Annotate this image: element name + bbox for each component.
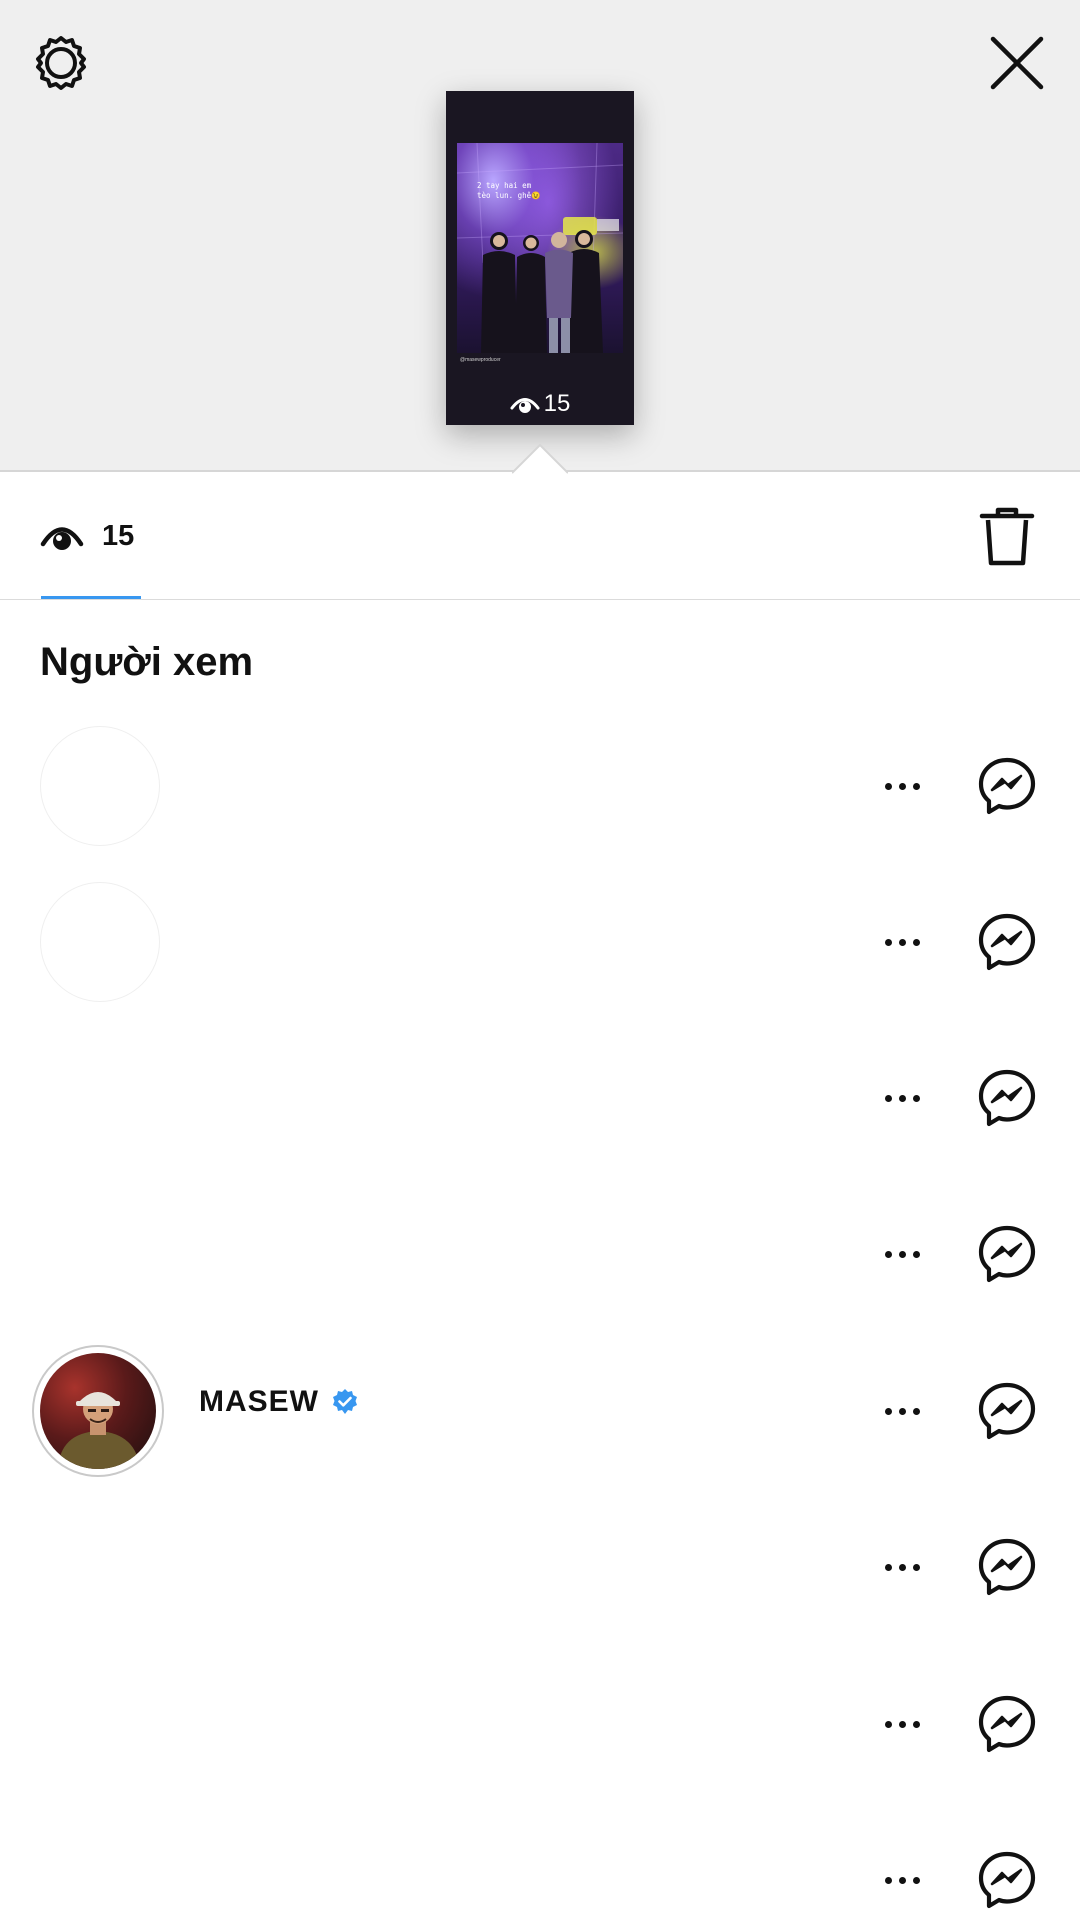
eye-icon xyxy=(40,527,84,550)
avatar-portrait xyxy=(58,1392,140,1469)
message-button[interactable] xyxy=(976,1693,1038,1755)
message-button[interactable] xyxy=(976,1223,1038,1285)
viewer-row[interactable] xyxy=(0,864,1080,1020)
story-caption-line-2: tèo lun. ghê😉 xyxy=(477,191,541,200)
more-options-button[interactable] xyxy=(874,1860,930,1900)
messenger-icon xyxy=(978,1225,1036,1283)
messenger-icon xyxy=(978,913,1036,971)
more-options-button[interactable] xyxy=(874,1078,930,1118)
story-view-count: 15 xyxy=(543,390,571,417)
story-people-silhouettes xyxy=(457,143,623,353)
viewers-section-title: Người xem xyxy=(40,640,254,684)
more-options-button[interactable] xyxy=(874,922,930,962)
close-icon xyxy=(990,36,1044,90)
viewer-username-wrap[interactable]: MASEW xyxy=(199,1385,359,1419)
avatar-placeholder xyxy=(40,882,160,1002)
messenger-icon xyxy=(978,1695,1036,1753)
viewer-username[interactable]: MASEW xyxy=(199,1385,319,1419)
message-button[interactable] xyxy=(976,1067,1038,1129)
message-button[interactable] xyxy=(976,1380,1038,1442)
story-preview-area: 2 tay hai em tèo lun. ghê😉 @masewproduce… xyxy=(0,0,1080,474)
story-viewers-screen: 2 tay hai em tèo lun. ghê😉 @masewproduce… xyxy=(0,0,1080,1920)
viewer-row-masew[interactable]: MASEW xyxy=(0,1333,1080,1489)
trash-icon xyxy=(979,507,1035,566)
messenger-icon xyxy=(978,1069,1036,1127)
story-handle: @masewproducer xyxy=(460,357,501,363)
more-options-button[interactable] xyxy=(874,1391,930,1431)
viewer-row[interactable] xyxy=(0,1489,1080,1645)
close-button[interactable] xyxy=(984,30,1050,96)
message-button[interactable] xyxy=(976,1849,1038,1911)
messenger-icon xyxy=(978,1538,1036,1596)
selection-pointer xyxy=(512,444,568,474)
story-photo xyxy=(457,143,623,353)
verified-badge-icon xyxy=(333,1389,357,1414)
story-thumbnail[interactable]: 2 tay hai em tèo lun. ghê😉 @masewproduce… xyxy=(446,91,634,425)
viewer-row[interactable] xyxy=(0,708,1080,864)
avatar-ring[interactable] xyxy=(32,1345,164,1477)
viewer-row[interactable] xyxy=(0,1020,1080,1176)
messenger-icon xyxy=(978,757,1036,815)
message-button[interactable] xyxy=(976,911,1038,973)
story-caption-line-1: 2 tay hai em xyxy=(477,181,532,190)
story-view-counter: 15 xyxy=(446,390,634,418)
tab-viewers[interactable]: 15 xyxy=(40,506,134,566)
delete-story-button[interactable] xyxy=(976,504,1038,570)
message-button[interactable] xyxy=(976,1536,1038,1598)
messenger-icon xyxy=(978,1851,1036,1909)
eye-icon xyxy=(510,398,540,413)
viewer-row[interactable] xyxy=(0,1176,1080,1332)
settings-button[interactable] xyxy=(28,30,94,96)
message-button[interactable] xyxy=(976,755,1038,817)
gear-icon xyxy=(36,36,86,90)
story-stats-bar: 15 xyxy=(0,472,1080,600)
story-caption: 2 tay hai em tèo lun. ghê😉 xyxy=(477,181,597,201)
active-tab-indicator xyxy=(41,596,141,599)
viewer-row[interactable] xyxy=(0,1646,1080,1802)
more-options-button[interactable] xyxy=(874,1547,930,1587)
more-options-button[interactable] xyxy=(874,766,930,806)
more-options-button[interactable] xyxy=(874,1234,930,1274)
more-options-button[interactable] xyxy=(874,1704,930,1744)
viewer-row[interactable] xyxy=(0,1802,1080,1920)
avatar-placeholder xyxy=(40,726,160,846)
avatar xyxy=(40,1353,156,1469)
messenger-icon xyxy=(978,1382,1036,1440)
views-count: 15 xyxy=(102,519,135,552)
